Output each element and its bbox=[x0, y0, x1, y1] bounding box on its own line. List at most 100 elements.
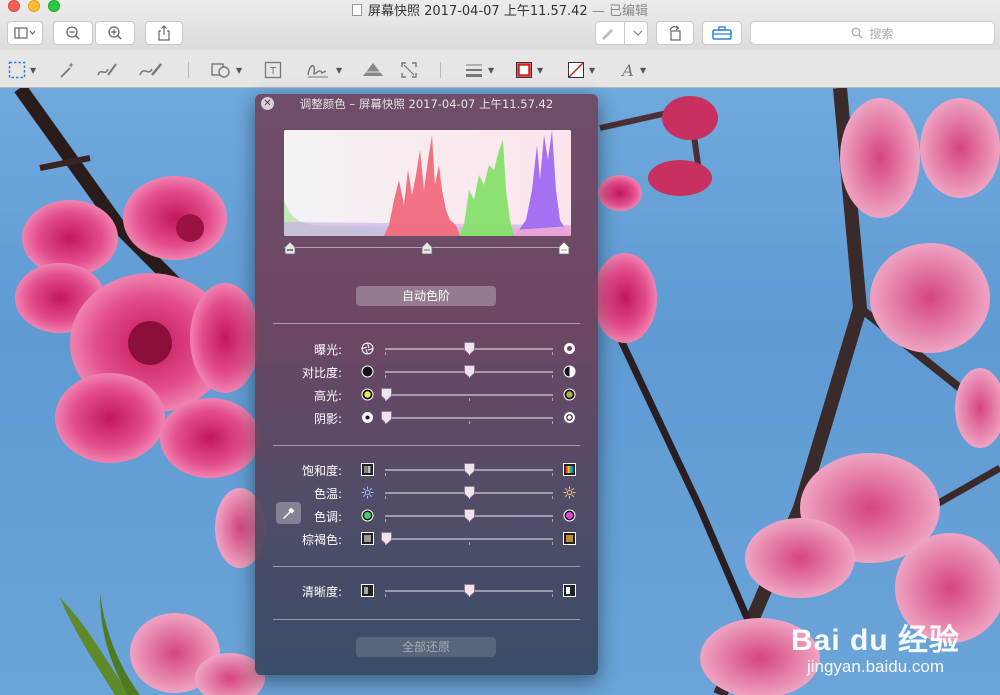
line-style-icon bbox=[466, 64, 482, 77]
window-zoom-button[interactable] bbox=[48, 0, 60, 12]
section-divider bbox=[273, 445, 580, 446]
slider-tick bbox=[552, 352, 553, 355]
sepia-off-icon bbox=[361, 532, 374, 545]
shadows-slider-knob[interactable] bbox=[381, 411, 392, 424]
slider-tick bbox=[468, 594, 470, 597]
shadow-dark-icon bbox=[362, 412, 373, 423]
adjust-color-tool[interactable] bbox=[361, 60, 385, 80]
markup-toolbar-button[interactable] bbox=[702, 21, 742, 45]
window-title: 屏幕快照 2017-04-07 上午11.57.42 — 已编辑 bbox=[352, 0, 648, 19]
saturation-gray-icon bbox=[361, 463, 374, 476]
chevron-down-icon: ▼ bbox=[589, 65, 596, 75]
levels-track bbox=[284, 241, 570, 257]
draw-tool[interactable] bbox=[138, 60, 164, 80]
share-button[interactable] bbox=[145, 21, 183, 45]
exposure-row: 曝光: bbox=[255, 339, 598, 359]
shape-style-tool[interactable]: ▼ bbox=[464, 60, 494, 80]
zoom-in-button[interactable] bbox=[95, 21, 135, 45]
slider-tick bbox=[385, 473, 386, 476]
rotate-button[interactable] bbox=[656, 21, 694, 45]
window-minimize-button[interactable] bbox=[28, 0, 40, 12]
levels-white-point-handle[interactable] bbox=[558, 241, 570, 255]
highlights-slider-knob[interactable] bbox=[381, 388, 392, 401]
slider-tick bbox=[552, 519, 553, 522]
toolbox-icon bbox=[712, 26, 732, 40]
reset-all-button[interactable]: 全部还原 bbox=[356, 637, 496, 657]
levels-black-point-handle[interactable] bbox=[284, 241, 296, 255]
slider-tick bbox=[385, 594, 386, 597]
sepia-on-icon bbox=[563, 532, 576, 545]
highlighter-icon bbox=[602, 29, 613, 40]
slider-tick bbox=[468, 496, 470, 499]
border-color-tool[interactable]: ▼ bbox=[515, 60, 543, 80]
temperature-row: 色温: bbox=[255, 483, 598, 503]
shadows-row: 阴影: bbox=[255, 408, 598, 428]
zoom-out-icon bbox=[66, 26, 80, 40]
slider-tick bbox=[385, 519, 386, 522]
zoom-out-button[interactable] bbox=[53, 21, 93, 45]
chevron-down-icon: ▼ bbox=[488, 65, 495, 75]
chevron-down-icon: ▼ bbox=[336, 65, 343, 75]
zoom-in-icon bbox=[108, 26, 122, 40]
contrast-low-icon bbox=[361, 365, 374, 378]
levels-midtone-handle[interactable] bbox=[421, 241, 433, 255]
slider-tick bbox=[552, 398, 553, 401]
slider-tick bbox=[468, 519, 470, 522]
instant-alpha-tool[interactable] bbox=[58, 60, 76, 80]
search-icon bbox=[852, 27, 863, 39]
highlight-separator bbox=[624, 21, 625, 45]
slider-tick bbox=[468, 542, 470, 545]
contrast-row: 对比度: bbox=[255, 362, 598, 382]
highlight-button[interactable] bbox=[595, 21, 648, 45]
sidebar-view-button[interactable] bbox=[7, 21, 43, 45]
shadows-label: 阴影: bbox=[313, 412, 342, 426]
share-icon bbox=[158, 25, 170, 41]
search-input[interactable]: 搜索 bbox=[750, 21, 995, 45]
prism-icon bbox=[363, 63, 383, 76]
chevron-down-icon: ▼ bbox=[537, 65, 544, 75]
highlights-row: 高光: bbox=[255, 385, 598, 405]
selection-tool[interactable]: ▼ bbox=[8, 60, 36, 80]
aperture-large-icon bbox=[564, 343, 575, 354]
text-style-icon: A bbox=[620, 61, 634, 79]
fill-color-tool[interactable]: ▼ bbox=[567, 60, 595, 80]
slider-tick bbox=[385, 398, 386, 401]
slider-tick bbox=[552, 473, 553, 476]
slider-tick bbox=[468, 352, 470, 355]
text-style-tool[interactable]: A ▼ bbox=[620, 60, 646, 80]
saturation-color-icon bbox=[563, 463, 576, 476]
magic-wand-icon bbox=[60, 62, 74, 78]
histogram-graphic bbox=[284, 130, 571, 236]
temperature-cool-icon bbox=[361, 486, 374, 499]
chevron-down-icon: ▼ bbox=[30, 65, 37, 75]
sepia-row: 棕褐色: bbox=[255, 529, 598, 549]
draw-icon bbox=[139, 63, 162, 76]
levels-histogram bbox=[284, 130, 571, 236]
sepia-slider-knob[interactable] bbox=[381, 532, 392, 545]
signature-tool[interactable]: ▼ bbox=[306, 60, 342, 80]
text-tool[interactable]: T bbox=[264, 60, 282, 80]
shapes-tool[interactable]: ▼ bbox=[210, 60, 242, 80]
search-placeholder: 搜索 bbox=[869, 26, 894, 41]
sketch-tool[interactable] bbox=[96, 60, 118, 80]
section-divider bbox=[273, 619, 580, 620]
slider-tick bbox=[468, 473, 470, 476]
shadow-light-icon bbox=[564, 412, 575, 423]
auto-levels-button[interactable]: 自动色阶 bbox=[356, 286, 496, 306]
adjust-size-tool[interactable] bbox=[400, 60, 418, 80]
contrast-label: 对比度: bbox=[301, 366, 342, 380]
edited-indicator[interactable]: — 已编辑 bbox=[588, 4, 648, 19]
contrast-high-icon bbox=[563, 365, 576, 378]
chevron-down-icon: ▼ bbox=[236, 65, 243, 75]
section-divider bbox=[273, 323, 580, 324]
aperture-small-icon bbox=[361, 342, 374, 355]
window-close-button[interactable] bbox=[8, 0, 20, 12]
tint-label: 色调: bbox=[313, 510, 342, 524]
slider-tick bbox=[468, 421, 470, 424]
highlights-slider[interactable] bbox=[385, 394, 553, 396]
panel-close-button[interactable]: ✕ bbox=[261, 97, 274, 110]
rect-selection-icon bbox=[8, 61, 26, 79]
sharpness-row: 清晰度: bbox=[255, 581, 598, 601]
sepia-slider[interactable] bbox=[385, 538, 553, 540]
shadows-slider[interactable] bbox=[385, 417, 553, 419]
